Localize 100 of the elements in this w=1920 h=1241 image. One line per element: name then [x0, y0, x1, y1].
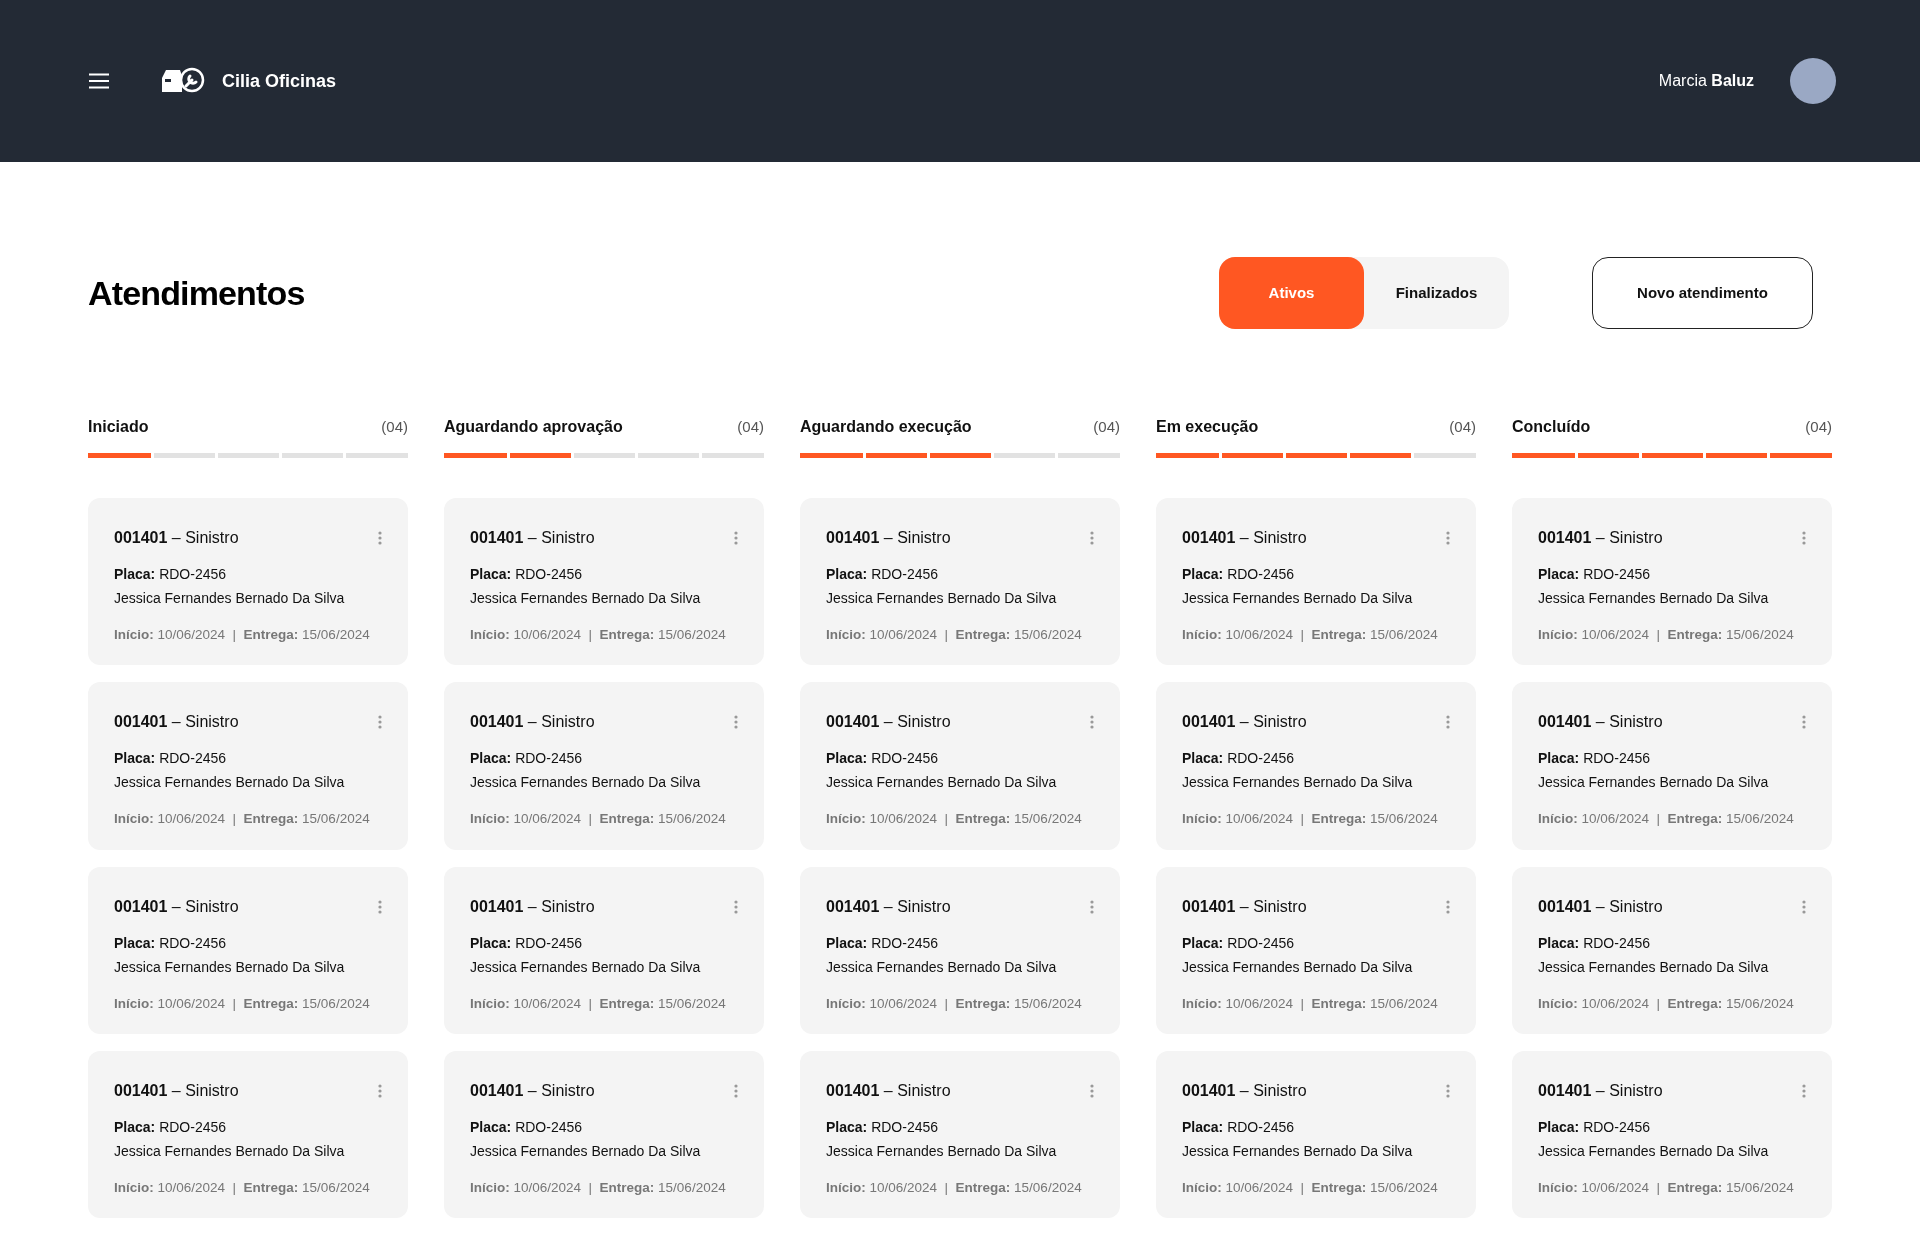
client-name: Jessica Fernandes Bernado Da Silva	[826, 773, 1058, 793]
dates-text: Início: 10/06/2024 | Entrega: 15/06/2024	[826, 810, 1083, 829]
plate-text: Placa: RDO-2456	[826, 1117, 940, 1137]
column-count: (04)	[1805, 416, 1832, 437]
dates-text: Início: 10/06/2024 | Entrega: 15/06/2024	[114, 994, 371, 1013]
card-title: 001401 – Sinistro	[470, 896, 595, 917]
card-title: 001401 – Sinistro	[1182, 896, 1307, 917]
card-title: 001401 – Sinistro	[1538, 896, 1663, 917]
client-name: Jessica Fernandes Bernado Da Silva	[1538, 1141, 1770, 1161]
more-options-icon[interactable]	[1446, 531, 1450, 545]
client-name: Jessica Fernandes Bernado Da Silva	[1538, 773, 1770, 793]
column-title: Aguardando aprovação	[444, 417, 623, 437]
dates-text: Início: 10/06/2024 | Entrega: 15/06/2024	[1538, 994, 1795, 1013]
card-title: 001401 – Sinistro	[1182, 712, 1307, 733]
plate-text: Placa: RDO-2456	[114, 749, 228, 769]
plate-text: Placa: RDO-2456	[470, 749, 584, 769]
plate-text: Placa: RDO-2456	[1538, 749, 1652, 769]
service-card[interactable]: 001401 – Sinistro Placa: RDO-2456 Jessica Fernandes Bernado Da Silva Início: 10/06/2024 | Entrega: 15/06/2024	[1156, 498, 1476, 666]
service-card[interactable]: 001401 – Sinistro Placa: RDO-2456 Jessica Fernandes Bernado Da Silva Início: 10/06/2024 | Entrega: 15/06/2024	[1512, 1050, 1832, 1218]
client-name: Jessica Fernandes Bernado Da Silva	[826, 957, 1058, 977]
more-options-icon[interactable]	[378, 899, 382, 914]
plate-text: Placa: RDO-2456	[114, 1117, 228, 1137]
service-card[interactable]: 001401 – Sinistro Placa: RDO-2456 Jessica Fernandes Bernado Da Silva Início: 10/06/2024 | Entrega: 15/06/2024	[1156, 866, 1476, 1034]
more-options-icon[interactable]	[1090, 715, 1094, 730]
more-options-icon[interactable]	[1446, 715, 1450, 730]
more-options-icon[interactable]	[734, 899, 738, 914]
service-card[interactable]: 001401 – Sinistro Placa: RDO-2456 Jessica Fernandes Bernado Da Silva Início: 10/06/2024 | Entrega: 15/06/2024	[444, 866, 764, 1034]
dates-text: Início: 10/06/2024 | Entrega: 15/06/2024	[826, 994, 1083, 1013]
service-card[interactable]: 001401 – Sinistro Placa: RDO-2456 Jessica Fernandes Bernado Da Silva Início: 10/06/2024 | Entrega: 15/06/2024	[800, 682, 1120, 850]
service-card[interactable]: 001401 – Sinistro Placa: RDO-2456 Jessica Fernandes Bernado Da Silva Início: 10/06/2024 | Entrega: 15/06/2024	[1512, 682, 1832, 850]
plate-text: Placa: RDO-2456	[826, 933, 940, 953]
card-title: 001401 – Sinistro	[470, 1080, 595, 1101]
service-card[interactable]: 001401 – Sinistro Placa: RDO-2456 Jessica Fernandes Bernado Da Silva Início: 10/06/2024 | Entrega: 15/06/2024	[1156, 1050, 1476, 1218]
dates-text: Início: 10/06/2024 | Entrega: 15/06/2024	[1538, 810, 1795, 829]
plate-text: Placa: RDO-2456	[1538, 933, 1652, 953]
page-title: Atendimentos	[88, 272, 305, 314]
more-options-icon[interactable]	[1090, 531, 1094, 545]
more-options-icon[interactable]	[378, 715, 382, 730]
user-name: Marcia Baluz	[1658, 71, 1754, 91]
client-name: Jessica Fernandes Bernado Da Silva	[1182, 1141, 1414, 1161]
service-card[interactable]: 001401 – Sinistro Placa: RDO-2456 Jessica Fernandes Bernado Da Silva Início: 10/06/2024 | Entrega: 15/06/2024	[88, 866, 408, 1034]
service-card[interactable]: 001401 – Sinistro Placa: RDO-2456 Jessica Fernandes Bernado Da Silva Início: 10/06/2024 | Entrega: 15/06/2024	[1512, 866, 1832, 1034]
more-options-icon[interactable]	[378, 1083, 382, 1098]
more-options-icon[interactable]	[1802, 715, 1806, 730]
plate-text: Placa: RDO-2456	[1182, 749, 1296, 769]
service-card[interactable]: 001401 – Sinistro Placa: RDO-2456 Jessica Fernandes Bernado Da Silva Início: 10/06/2024 | Entrega: 15/06/2024	[88, 682, 408, 850]
service-card[interactable]: 001401 – Sinistro Placa: RDO-2456 Jessica Fernandes Bernado Da Silva Início: 10/06/2024 | Entrega: 15/06/2024	[444, 498, 764, 666]
menu-icon[interactable]	[88, 73, 110, 89]
card-title: 001401 – Sinistro	[1538, 1080, 1663, 1101]
plate-text: Placa: RDO-2456	[470, 933, 584, 953]
more-options-icon[interactable]	[378, 531, 382, 545]
dates-text: Início: 10/06/2024 | Entrega: 15/06/2024	[1182, 994, 1439, 1013]
more-options-icon[interactable]	[1802, 531, 1806, 545]
column-count: (04)	[1093, 416, 1120, 437]
card-title: 001401 – Sinistro	[826, 528, 951, 548]
column-title: Em execução	[1156, 417, 1259, 437]
card-title: 001401 – Sinistro	[470, 528, 595, 548]
service-card[interactable]: 001401 – Sinistro Placa: RDO-2456 Jessica Fernandes Bernado Da Silva Início: 10/06/2024 | Entrega: 15/06/2024	[1512, 498, 1832, 666]
plate-text: Placa: RDO-2456	[1538, 1117, 1652, 1137]
client-name: Jessica Fernandes Bernado Da Silva	[1182, 773, 1414, 793]
service-card[interactable]: 001401 – Sinistro Placa: RDO-2456 Jessica Fernandes Bernado Da Silva Início: 10/06/2024 | Entrega: 15/06/2024	[444, 682, 764, 850]
more-options-icon[interactable]	[1090, 899, 1094, 914]
service-card[interactable]: 001401 – Sinistro Placa: RDO-2456 Jessica Fernandes Bernado Da Silva Início: 10/06/2024 | Entrega: 15/06/2024	[800, 498, 1120, 666]
card-title: 001401 – Sinistro	[826, 896, 951, 917]
more-options-icon[interactable]	[1446, 899, 1450, 914]
dates-text: Início: 10/06/2024 | Entrega: 15/06/2024	[1538, 1178, 1795, 1197]
more-options-icon[interactable]	[734, 1083, 738, 1098]
more-options-icon[interactable]	[734, 715, 738, 730]
more-options-icon[interactable]	[1090, 1083, 1094, 1098]
card-title: 001401 – Sinistro	[114, 1080, 239, 1101]
more-options-icon[interactable]	[1802, 899, 1806, 914]
service-card[interactable]: 001401 – Sinistro Placa: RDO-2456 Jessica Fernandes Bernado Da Silva Início: 10/06/2024 | Entrega: 15/06/2024	[444, 1050, 764, 1218]
service-card[interactable]: 001401 – Sinistro Placa: RDO-2456 Jessica Fernandes Bernado Da Silva Início: 10/06/2024 | Entrega: 15/06/2024	[1156, 682, 1476, 850]
service-card[interactable]: 001401 – Sinistro Placa: RDO-2456 Jessica Fernandes Bernado Da Silva Início: 10/06/2024 | Entrega: 15/06/2024	[800, 1050, 1120, 1218]
more-options-icon[interactable]	[1802, 1083, 1806, 1098]
more-options-icon[interactable]	[1446, 1083, 1450, 1098]
new-service-button[interactable]: Novo atendimento	[1592, 257, 1813, 329]
dates-text: Início: 10/06/2024 | Entrega: 15/06/2024	[826, 1178, 1083, 1197]
more-options-icon[interactable]	[734, 531, 738, 545]
dates-text: Início: 10/06/2024 | Entrega: 15/06/2024	[114, 1178, 371, 1197]
client-name: Jessica Fernandes Bernado Da Silva	[470, 1141, 702, 1161]
dates-text: Início: 10/06/2024 | Entrega: 15/06/2024	[1182, 1178, 1439, 1197]
card-title: 001401 – Sinistro	[470, 712, 595, 733]
service-card[interactable]: 001401 – Sinistro Placa: RDO-2456 Jessica Fernandes Bernado Da Silva Início: 10/06/2024 | Entrega: 15/06/2024	[800, 866, 1120, 1034]
card-title: 001401 – Sinistro	[826, 712, 951, 733]
service-card[interactable]: 001401 – Sinistro Placa: RDO-2456 Jessica Fernandes Bernado Da Silva Início: 10/06/2024 | Entrega: 15/06/2024	[88, 1050, 408, 1218]
card-title: 001401 – Sinistro	[1182, 1080, 1307, 1101]
avatar[interactable]	[1790, 58, 1836, 104]
client-name: Jessica Fernandes Bernado Da Silva	[470, 957, 702, 977]
card-title: 001401 – Sinistro	[1538, 712, 1663, 733]
client-name: Jessica Fernandes Bernado Da Silva	[470, 773, 702, 793]
service-card[interactable]: 001401 – Sinistro Placa: RDO-2456 Jessica Fernandes Bernado Da Silva Início: 10/06/2024 | Entrega: 15/06/2024	[88, 498, 408, 666]
column-count: (04)	[381, 416, 408, 437]
client-name: Jessica Fernandes Bernado Da Silva	[826, 1141, 1058, 1161]
brand-name: Cilia Oficinas	[222, 69, 337, 93]
filter-tab[interactable]: Finalizados	[1364, 257, 1509, 329]
client-name: Jessica Fernandes Bernado Da Silva	[826, 589, 1058, 608]
dates-text: Início: 10/06/2024 | Entrega: 15/06/2024	[470, 626, 727, 644]
dates-text: Início: 10/06/2024 | Entrega: 15/06/2024	[470, 810, 727, 829]
dates-text: Início: 10/06/2024 | Entrega: 15/06/2024	[1182, 810, 1439, 829]
